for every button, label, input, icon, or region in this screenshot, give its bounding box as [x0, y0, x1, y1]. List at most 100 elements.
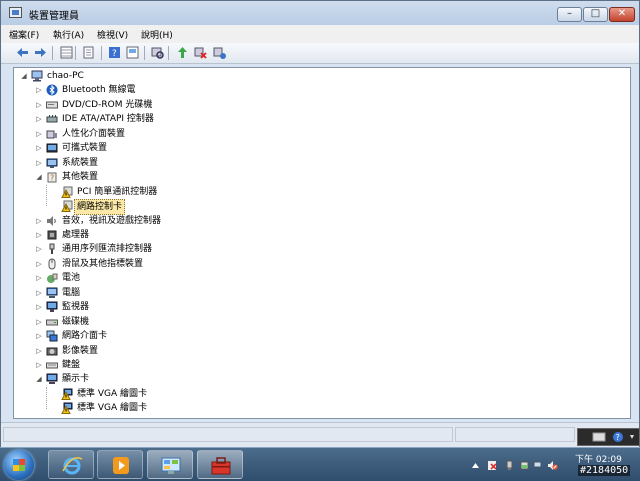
expand-arrow-icon[interactable]: ▷: [35, 112, 43, 126]
tree-category[interactable]: ▷ DVD/CD-ROM 光碟機: [14, 98, 614, 112]
tree-category[interactable]: ▷ 網路介面卡: [14, 329, 614, 343]
expand-arrow-icon[interactable]: ▷: [35, 127, 43, 141]
warning-display-icon: [61, 402, 73, 415]
update-icon[interactable]: [175, 45, 190, 60]
collapse-arrow-icon[interactable]: ◢: [35, 170, 43, 184]
bluetooth-icon: [46, 84, 58, 96]
hid-icon: [46, 128, 58, 140]
svg-text:?: ?: [112, 49, 117, 59]
tree-category[interactable]: ▷ 系統裝置: [14, 156, 614, 170]
tree-category[interactable]: ▷ 音效，視訊及遊戲控制器: [14, 214, 614, 228]
expand-arrow-icon[interactable]: ▷: [35, 271, 43, 285]
power-icon[interactable]: [519, 460, 530, 471]
toolbar-separator: [75, 46, 76, 60]
tree-label: 電池: [62, 273, 81, 284]
system-device-icon: [46, 157, 58, 169]
tree-category[interactable]: ▷ 磁碟機: [14, 315, 614, 329]
tree-label: 人性化介面裝置: [62, 128, 126, 139]
expand-arrow-icon[interactable]: ▷: [35, 214, 43, 228]
expand-arrow-icon[interactable]: ▷: [35, 141, 43, 155]
usb-device-icon[interactable]: [504, 460, 515, 471]
tree-label: 音效，視訊及遊戲控制器: [62, 215, 162, 226]
update-driver-icon[interactable]: [125, 45, 140, 60]
tree-category[interactable]: ▷ 處理器: [14, 228, 614, 242]
tree-category[interactable]: ◢ 顯示卡: [14, 372, 614, 386]
expand-arrow-icon[interactable]: ▷: [35, 228, 43, 242]
taskbar-media-player[interactable]: [97, 450, 143, 479]
expand-arrow-icon[interactable]: ▷: [35, 242, 43, 256]
tree-device[interactable]: PCI 簡單通訊控制器: [14, 185, 614, 199]
ide-controller-icon: [46, 113, 58, 125]
tree-label: 通用序列匯流排控制器: [62, 244, 153, 255]
tree-category[interactable]: ◢? 其他裝置: [14, 170, 614, 184]
tree-category[interactable]: ▷ 電腦: [14, 286, 614, 300]
tree-category[interactable]: ▷ 人性化介面裝置: [14, 127, 614, 141]
menu-help[interactable]: 說明(H): [141, 28, 173, 41]
minimize-button[interactable]: –: [557, 7, 582, 22]
tree-device[interactable]: 網路控制卡: [14, 199, 614, 216]
collapse-arrow-icon[interactable]: ◢: [35, 372, 43, 386]
back-icon[interactable]: [15, 45, 30, 60]
tree-device[interactable]: 標準 VGA 繪圖卡: [14, 401, 614, 415]
tree-label: 系統裝置: [62, 157, 99, 168]
device-manager-icon: [9, 7, 22, 18]
close-button[interactable]: ✕: [609, 7, 635, 22]
tree-root[interactable]: ◢ chao-PC: [14, 69, 614, 83]
scan-hardware-icon[interactable]: [150, 45, 165, 60]
expand-arrow-icon[interactable]: ▷: [35, 257, 43, 271]
menu-view[interactable]: 檢視(V): [97, 28, 128, 41]
tree-category[interactable]: ▷ 影像裝置: [14, 344, 614, 358]
collapse-arrow-icon[interactable]: ◢: [20, 69, 28, 83]
tree-category[interactable]: ▷ Bluetooth 無線電: [14, 83, 614, 97]
tree-category[interactable]: ▷ 滑鼠及其他指標裝置: [14, 257, 614, 271]
action-center-icon[interactable]: [487, 460, 498, 471]
monitor-icon: [46, 301, 58, 313]
start-button[interactable]: [4, 450, 34, 480]
network-status-icon[interactable]: [533, 460, 544, 471]
tree-category[interactable]: ▷ IDE ATA/ATAPI 控制器: [14, 112, 614, 126]
tree-label: PCI 簡單通訊控制器: [77, 186, 158, 197]
tree-category[interactable]: ▷ 監視器: [14, 300, 614, 314]
expand-arrow-icon[interactable]: ▷: [35, 286, 43, 300]
language-bar[interactable]: ?: [577, 428, 640, 446]
menu-action[interactable]: 執行(A): [53, 28, 84, 41]
dvd-drive-icon: [46, 99, 58, 111]
forward-icon[interactable]: [33, 45, 48, 60]
computer-icon: [46, 287, 58, 299]
volume-muted-icon[interactable]: [547, 460, 558, 471]
title-bar[interactable]: 裝置管理員 – □ ✕: [1, 1, 639, 25]
enable-icon[interactable]: [212, 45, 227, 60]
tree-category[interactable]: ▷ 可攜式裝置: [14, 141, 614, 155]
expand-arrow-icon[interactable]: ▷: [35, 329, 43, 343]
taskbar-device-manager[interactable]: [197, 450, 243, 479]
tree-category[interactable]: ▷ 電池: [14, 271, 614, 285]
clock[interactable]: 下午 02:09: [575, 452, 622, 465]
properties-grid-icon[interactable]: [59, 45, 74, 60]
uninstall-icon[interactable]: [193, 45, 208, 60]
tree-category[interactable]: ▷ 鍵盤: [14, 358, 614, 372]
expand-arrow-icon[interactable]: ▷: [35, 83, 43, 97]
processor-icon: [46, 229, 58, 241]
maximize-button[interactable]: □: [583, 7, 608, 22]
help-icon[interactable]: ?: [107, 45, 122, 60]
expand-arrow-icon[interactable]: ▷: [35, 98, 43, 112]
show-hidden-icons-icon[interactable]: [470, 460, 481, 471]
expand-arrow-icon[interactable]: ▷: [35, 344, 43, 358]
expand-arrow-icon[interactable]: ▷: [35, 358, 43, 372]
taskbar-internet-explorer[interactable]: [48, 450, 94, 479]
tree-device[interactable]: 標準 VGA 繪圖卡: [14, 387, 614, 401]
device-tree[interactable]: ◢ chao-PC ▷ Bluetooth 無線電 ▷ DVD/CD-ROM 光碟機 ▷ ID…: [13, 67, 631, 419]
disk-drive-icon: [46, 316, 58, 328]
expand-arrow-icon[interactable]: ▷: [35, 156, 43, 170]
tree-connector: [46, 184, 47, 207]
tree-label: IDE ATA/ATAPI 控制器: [62, 114, 154, 125]
computer-root-icon: [31, 70, 43, 82]
expand-arrow-icon[interactable]: ▷: [35, 300, 43, 314]
expand-arrow-icon[interactable]: ▷: [35, 315, 43, 329]
properties-icon[interactable]: [81, 45, 96, 60]
menu-file[interactable]: 檔案(F): [9, 28, 39, 41]
tree-category[interactable]: ▷ 通用序列匯流排控制器: [14, 242, 614, 256]
tree-label: 標準 VGA 繪圖卡: [77, 403, 148, 414]
svg-text:?: ?: [616, 433, 620, 442]
taskbar-control-panel[interactable]: [147, 450, 193, 479]
